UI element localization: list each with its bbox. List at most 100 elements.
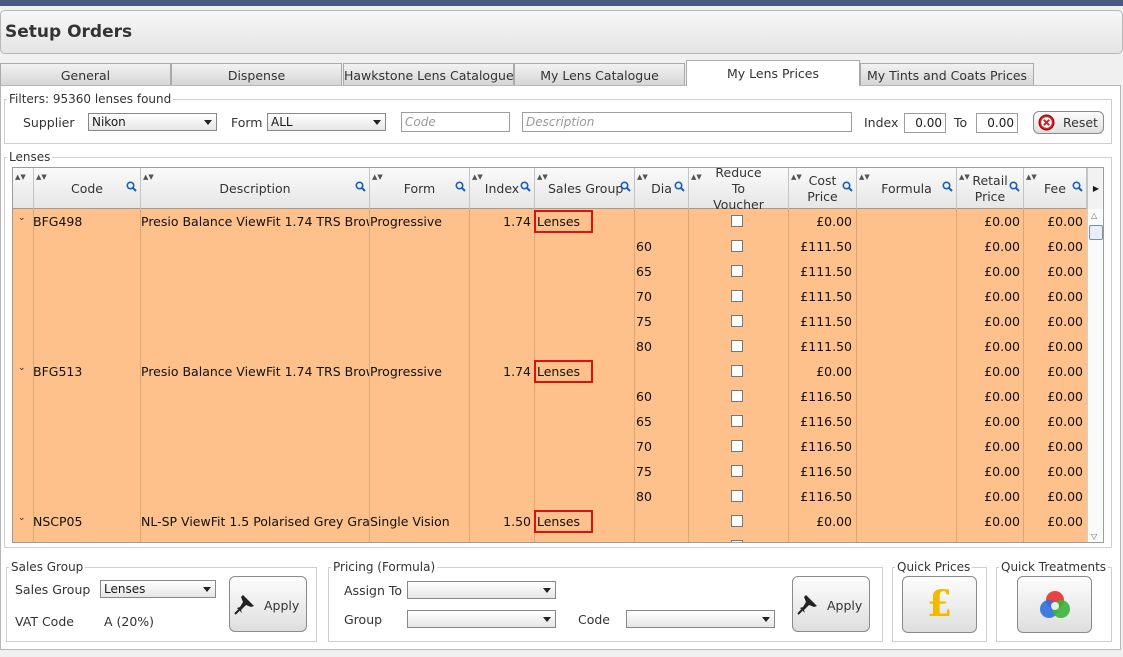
column-divider [688, 209, 689, 542]
scroll-up-icon[interactable]: △ [1091, 211, 1097, 220]
search-icon[interactable] [455, 181, 466, 192]
reset-label: Reset [1063, 115, 1098, 130]
tab-general[interactable]: General [0, 63, 171, 85]
lens-prices-grid[interactable]: ▲▼ ▲▼ Code ▲▼ Description ▲▼ Form ▲▼ Index ▲… [12, 167, 1104, 543]
cell-description: Presio Balance ViewFit 1.74 TRS Brown [141, 214, 369, 229]
tab-my-lens-catalogue[interactable]: My Lens Catalogue [514, 63, 685, 85]
chevron-down-icon [543, 617, 551, 622]
header-form[interactable]: ▲▼ Form [370, 168, 470, 209]
form-select[interactable]: ALL [267, 113, 386, 131]
cell-cost-price: £111.50 [800, 314, 852, 329]
header-code[interactable]: ▲▼ Code [34, 168, 141, 209]
search-icon[interactable] [1072, 181, 1083, 192]
index-to-label: To [954, 115, 968, 130]
tab-strip: General Dispense Hawkstone Lens Catalogu… [0, 60, 1123, 86]
search-icon[interactable] [620, 181, 631, 192]
search-icon[interactable] [942, 181, 953, 192]
code-select[interactable] [626, 610, 775, 628]
supplier-select[interactable]: Nikon [88, 113, 217, 131]
code-filter-input[interactable]: Code [401, 112, 510, 132]
reduce-to-voucher-checkbox[interactable] [731, 315, 743, 327]
header-formula[interactable]: ▲▼ Formula [857, 168, 957, 209]
cell-retail-price: £0.00 [984, 489, 1020, 504]
cell-fee: £0.00 [1047, 489, 1083, 504]
cell-fee: £0.00 [1047, 339, 1083, 354]
pricing-apply-button[interactable]: Apply [792, 576, 870, 632]
expand-chevron-icon[interactable]: ⌄ [18, 363, 26, 373]
supplier-value: Nikon [92, 115, 126, 129]
reduce-to-voucher-checkbox[interactable] [731, 215, 743, 227]
index-from-input[interactable]: 0.00 [904, 113, 946, 133]
header-expander: ▲▼ [13, 168, 34, 209]
header-reduce-to-voucher[interactable]: ▲▼ Reduce To Voucher [689, 168, 789, 212]
tab-my-tints-and-coats-prices[interactable]: My Tints and Coats Prices [860, 63, 1034, 85]
assign-to-label: Assign To [344, 583, 403, 598]
reduce-to-voucher-checkbox[interactable] [731, 390, 743, 402]
reduce-to-voucher-checkbox[interactable] [731, 240, 743, 252]
cell-sales-group[interactable]: Lenses [534, 510, 593, 533]
tab-hawkstone-lens-catalogues[interactable]: Hawkstone Lens Catalogues [343, 63, 514, 85]
cell-cost-price: £116.50 [800, 489, 852, 504]
page-title: Setup Orders [5, 22, 133, 42]
cell-dia: 75 [636, 314, 652, 329]
cell-sales-group[interactable]: Lenses [534, 210, 593, 233]
reduce-to-voucher-checkbox[interactable] [731, 465, 743, 477]
header-dia[interactable]: ▲▼ Dia [635, 168, 689, 209]
cell-retail-price: £0.00 [984, 289, 1020, 304]
reduce-to-voucher-checkbox[interactable] [731, 340, 743, 352]
reduce-to-voucher-checkbox[interactable] [731, 440, 743, 452]
sales-group-select[interactable]: Lenses [100, 580, 216, 598]
search-icon[interactable] [355, 181, 366, 192]
cell-retail-price: £0.00 [984, 314, 1020, 329]
header-cost-price[interactable]: ▲▼ Cost Price [789, 168, 857, 209]
cell-cost-price: £116.50 [800, 389, 852, 404]
index-label: Index [864, 115, 899, 130]
reduce-to-voucher-checkbox[interactable] [731, 365, 743, 377]
supplier-label: Supplier [23, 115, 75, 130]
header-description[interactable]: ▲▼ Description [141, 168, 370, 209]
search-icon[interactable] [520, 181, 531, 192]
search-icon[interactable] [126, 181, 137, 192]
tab-my-lens-prices[interactable]: My Lens Prices [686, 60, 860, 86]
reduce-to-voucher-checkbox[interactable] [731, 265, 743, 277]
cell-fee: £0.00 [1047, 264, 1083, 279]
reduce-to-voucher-checkbox[interactable] [731, 540, 743, 542]
expand-chevron-icon[interactable]: ⌄ [18, 213, 26, 223]
cell-dia: 70 [636, 289, 652, 304]
cell-cost-price: £111.50 [800, 289, 852, 304]
group-select[interactable] [407, 610, 556, 628]
header-sales-group[interactable]: ▲▼ Sales Group [535, 168, 635, 209]
reset-button[interactable]: Reset [1033, 111, 1104, 134]
index-to-input[interactable]: 0.00 [976, 113, 1018, 133]
title-bar: Setup Orders [0, 10, 1123, 54]
cell-form: Progressive [370, 364, 442, 379]
cell-sales-group[interactable]: Lenses [534, 360, 593, 383]
cell-form: Progressive [370, 214, 442, 229]
reduce-to-voucher-checkbox[interactable] [731, 515, 743, 527]
header-retail-price[interactable]: ▲▼ Retail Price [957, 168, 1024, 209]
scroll-down-icon[interactable]: ▽ [1091, 532, 1097, 541]
pushpin-icon [234, 595, 254, 615]
search-icon[interactable] [842, 181, 853, 192]
assign-to-select[interactable] [407, 581, 556, 599]
cell-retail-price: £0.00 [984, 389, 1020, 404]
sales-group-apply-button[interactable]: Apply [229, 576, 307, 632]
reduce-to-voucher-checkbox[interactable] [731, 415, 743, 427]
lenses-legend: Lenses [9, 150, 51, 164]
search-icon[interactable] [1009, 181, 1020, 192]
tab-dispense[interactable]: Dispense [171, 63, 342, 85]
quick-treatments-button[interactable] [1017, 576, 1092, 633]
vertical-scrollbar[interactable]: △ ▽ [1087, 209, 1103, 542]
expand-chevron-icon[interactable]: ⌄ [18, 513, 26, 523]
reduce-to-voucher-checkbox[interactable] [731, 290, 743, 302]
header-index[interactable]: ▲▼ Index [470, 168, 535, 209]
header-fee[interactable]: ▲▼ Fee [1024, 168, 1087, 209]
quick-prices-button[interactable]: £ [902, 576, 977, 633]
cell-form: Single Vision [370, 514, 450, 529]
search-icon[interactable] [674, 181, 685, 192]
scrollbar-thumb[interactable] [1089, 225, 1103, 240]
reduce-to-voucher-checkbox[interactable] [731, 490, 743, 502]
scroll-right-icon[interactable]: ▶ [1087, 168, 1103, 209]
cell-dia: 75 [636, 464, 652, 479]
description-filter-input[interactable]: Description [522, 112, 852, 132]
